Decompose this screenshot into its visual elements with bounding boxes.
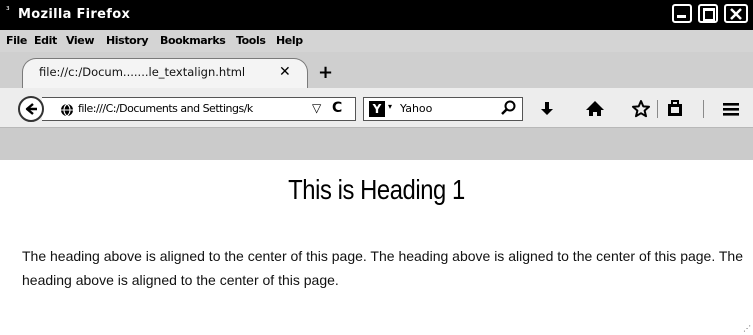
tab-active[interactable]: file://c:/Docum.......le_textalign.html … xyxy=(22,58,308,88)
menu-history[interactable]: History xyxy=(106,34,149,47)
tab-strip: file://c:/Docum.......le_textalign.html … xyxy=(0,52,753,88)
url-history-dropdown-icon[interactable]: ▽ xyxy=(312,101,321,115)
tab-title: file://c:/Docum.......le_textalign.html xyxy=(39,65,246,79)
bookmarks-menu-icon[interactable] xyxy=(664,98,686,120)
toolbar-separator xyxy=(703,100,704,118)
back-icon xyxy=(25,103,37,115)
navigation-toolbar: file:///C:/Documents and Settings/k ▽ C … xyxy=(0,88,753,128)
new-tab-button[interactable]: + xyxy=(318,62,333,83)
url-text[interactable]: file:///C:/Documents and Settings/k xyxy=(78,102,292,115)
home-icon[interactable] xyxy=(584,98,606,120)
menu-view[interactable]: View xyxy=(66,34,95,47)
menu-bar: File Edit View History Bookmarks Tools H… xyxy=(0,30,753,52)
resize-grip-icon[interactable]: ⋰ xyxy=(743,324,751,333)
reload-icon[interactable]: C xyxy=(332,100,342,116)
download-icon[interactable] xyxy=(536,98,558,120)
tab-close-icon[interactable]: ✕ xyxy=(279,64,291,80)
search-input[interactable]: Yahoo xyxy=(400,102,432,115)
browser-window: ³ Mozilla Firefox File Edit View History… xyxy=(0,0,753,335)
bookmark-star-icon[interactable] xyxy=(630,98,652,120)
hamburger-menu-icon[interactable] xyxy=(720,98,742,120)
yahoo-engine-icon[interactable]: Y xyxy=(369,101,385,117)
back-button[interactable] xyxy=(18,96,44,122)
toolbar-bottom-strip xyxy=(0,128,753,160)
menu-file[interactable]: File xyxy=(6,34,27,47)
menu-edit[interactable]: Edit xyxy=(34,34,57,47)
close-window-button[interactable] xyxy=(724,4,748,23)
close-icon xyxy=(730,8,742,20)
search-go-icon[interactable] xyxy=(500,100,516,120)
menu-help[interactable]: Help xyxy=(276,34,303,47)
url-bar[interactable]: file:///C:/Documents and Settings/k ▽ C xyxy=(42,97,356,121)
firefox-icon[interactable]: ³ xyxy=(6,6,14,16)
page-paragraph: The heading above is aligned to the cent… xyxy=(22,248,743,288)
window-title: Mozilla Firefox xyxy=(18,7,131,22)
engine-dropdown-icon[interactable]: ▾ xyxy=(388,102,392,111)
title-bar: ³ Mozilla Firefox xyxy=(0,0,753,30)
search-bar[interactable]: Y ▾ Yahoo xyxy=(363,97,523,121)
toolbar-separator xyxy=(657,100,658,118)
page-heading: This is Heading 1 xyxy=(288,174,465,205)
page-content: This is Heading 1 The heading above is a… xyxy=(0,160,753,335)
menu-tools[interactable]: Tools xyxy=(236,34,266,47)
menu-bookmarks[interactable]: Bookmarks xyxy=(160,34,226,47)
globe-icon xyxy=(60,102,74,121)
minimize-button[interactable] xyxy=(672,4,692,23)
maximize-button[interactable] xyxy=(698,4,718,23)
